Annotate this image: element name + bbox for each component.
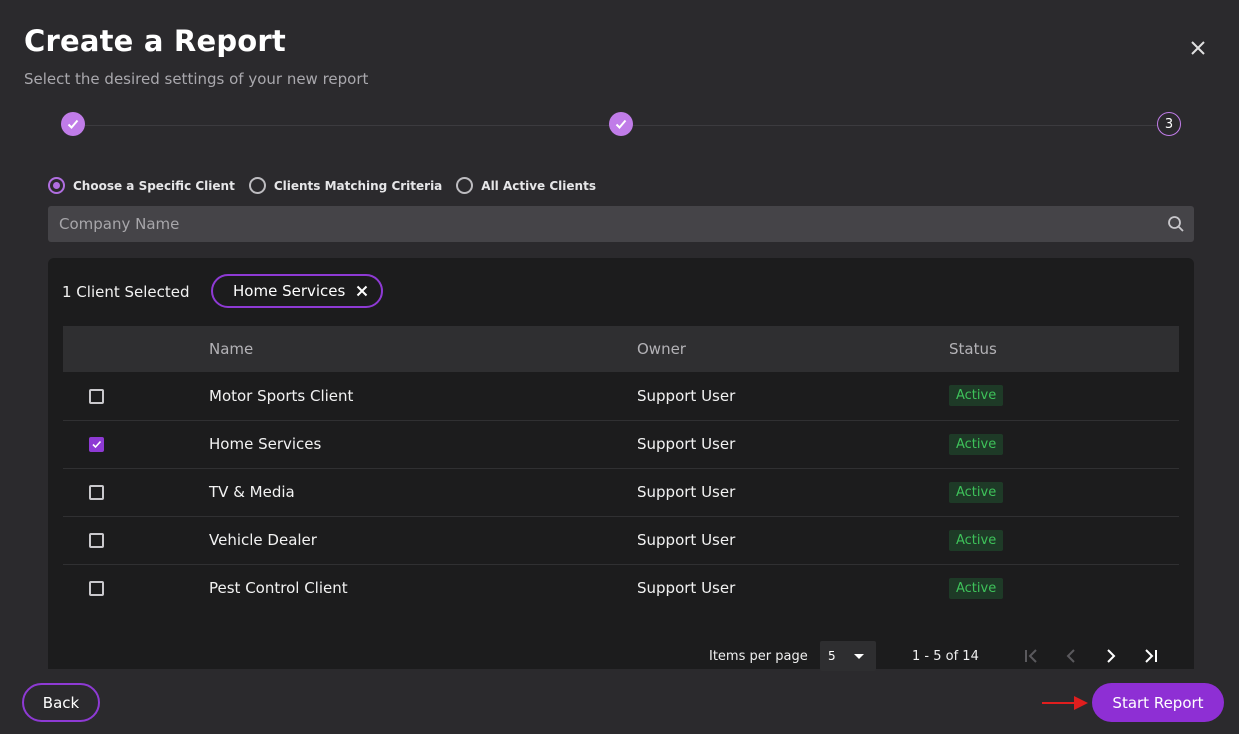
row-select-cell [63, 468, 208, 516]
status-badge: Active [949, 433, 1004, 455]
remove-chip-icon[interactable] [355, 284, 369, 298]
back-button[interactable]: Back [22, 683, 100, 722]
client-name-cell: Vehicle Dealer [209, 531, 317, 549]
step-3-current: 3 [1157, 112, 1181, 136]
radio-button[interactable] [248, 177, 266, 194]
select-column-header [63, 326, 208, 372]
status-cell: Active [948, 564, 1179, 612]
column-header-status[interactable]: Status [948, 326, 1179, 372]
last-page-icon[interactable] [1139, 644, 1163, 668]
row-checkbox[interactable] [89, 485, 104, 500]
radio-label: All Active Clients [481, 178, 596, 193]
radio-label: Choose a Specific Client [73, 178, 235, 193]
dropdown-caret-icon [854, 654, 864, 659]
owner-cell: Support User [637, 531, 736, 549]
row-select-cell [63, 420, 208, 468]
selected-count-label: 1 Client Selected [62, 283, 190, 301]
start-report-button[interactable]: Start Report [1092, 683, 1224, 722]
status-badge: Active [949, 529, 1004, 551]
row-checkbox[interactable] [89, 437, 104, 452]
radio-clients-matching-criteria[interactable]: Clients Matching Criteria [248, 177, 443, 194]
annotation-arrow-icon [1042, 696, 1088, 710]
company-search-input[interactable] [48, 206, 1148, 242]
row-select-cell [63, 516, 208, 564]
page-title: Create a Report [24, 24, 286, 58]
table-row[interactable]: Home Services Support User Active [63, 420, 1179, 468]
chip-label: Home Services [233, 282, 346, 300]
status-badge: Active [949, 577, 1004, 599]
client-scope-radio-group: Choose a Specific Client Clients Matchin… [48, 177, 610, 194]
status-cell: Active [948, 420, 1179, 468]
row-checkbox[interactable] [89, 533, 104, 548]
client-selection-panel: 1 Client Selected Home Services Name Own… [48, 258, 1194, 671]
status-cell: Active [948, 372, 1179, 420]
table-header-row: Name Owner Status [63, 326, 1179, 372]
radio-button[interactable] [48, 177, 65, 194]
row-checkbox[interactable] [89, 388, 104, 404]
page-subtitle: Select the desired settings of your new … [24, 70, 369, 88]
status-cell: Active [948, 516, 1179, 564]
row-select-cell [63, 564, 208, 612]
radio-label: Clients Matching Criteria [273, 178, 443, 193]
page-range-label: 1 - 5 of 14 [912, 649, 979, 664]
status-cell: Active [948, 468, 1179, 516]
column-header-name[interactable]: Name [208, 326, 636, 372]
table-row[interactable]: Vehicle Dealer Support User Active [63, 516, 1179, 564]
next-page-icon[interactable] [1099, 644, 1123, 668]
client-name-cell: Motor Sports Client [209, 386, 354, 405]
step-2-complete-icon [609, 112, 633, 136]
items-per-page-label: Items per page [709, 649, 808, 664]
radio-button[interactable] [456, 177, 474, 194]
first-page-icon[interactable] [1019, 644, 1043, 668]
owner-cell: Support User [637, 435, 736, 453]
column-header-owner[interactable]: Owner [636, 326, 948, 372]
row-checkbox[interactable] [89, 581, 104, 597]
close-icon[interactable] [1186, 36, 1210, 60]
clients-table: Name Owner Status Motor Sports Client Sup… [63, 326, 1179, 612]
paginator: Items per page 5 1 - 5 of 14 [48, 641, 1194, 671]
previous-page-icon[interactable] [1059, 644, 1083, 668]
status-badge: Active [949, 385, 1004, 407]
owner-cell: Support User [637, 483, 736, 501]
company-search-box [48, 206, 1194, 242]
client-name-cell: Home Services [209, 435, 322, 453]
radio-choose-specific-client[interactable]: Choose a Specific Client [48, 177, 235, 194]
search-icon[interactable] [1166, 214, 1186, 234]
row-select-cell [63, 372, 208, 420]
items-per-page-select[interactable]: 5 [820, 641, 876, 671]
table-row[interactable]: TV & Media Support User Active [63, 468, 1179, 516]
client-name-cell: TV & Media [209, 483, 295, 501]
step-1-complete-icon [61, 112, 85, 136]
status-badge: Active [949, 481, 1004, 503]
table-row[interactable]: Pest Control Client Support User Active [63, 564, 1179, 612]
owner-cell: Support User [637, 579, 736, 598]
items-per-page-value: 5 [828, 649, 836, 663]
selected-client-chip[interactable]: Home Services [211, 274, 384, 308]
table-row[interactable]: Motor Sports Client Support User Active [63, 372, 1179, 420]
radio-all-active-clients[interactable]: All Active Clients [456, 177, 596, 194]
owner-cell: Support User [637, 386, 736, 405]
client-name-cell: Pest Control Client [209, 579, 348, 598]
